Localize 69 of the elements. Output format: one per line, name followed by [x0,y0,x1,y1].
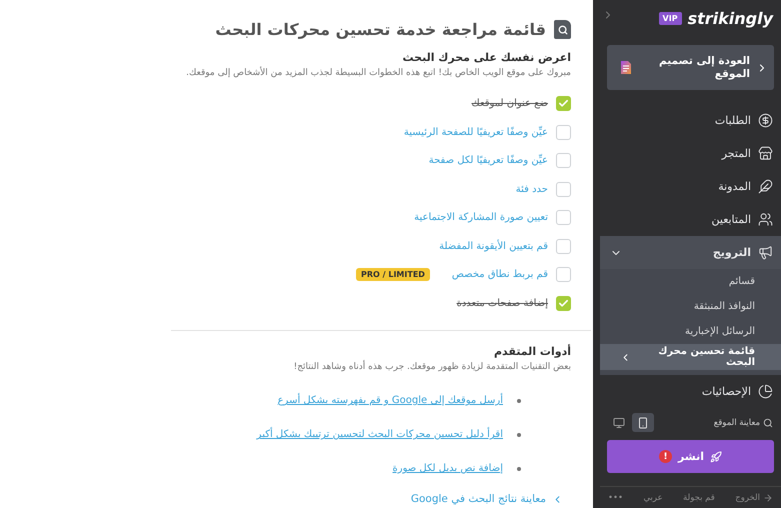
pro-badge: PRO / LIMITED [356,268,430,282]
brand-logo: strikingly [688,8,773,28]
checklist-item-label[interactable]: تعيين صورة المشاركة الاجتماعية [414,212,548,224]
nav-subitem[interactable]: قائمة تحسين محرك البحث [600,344,781,370]
check-icon [558,298,569,309]
checkbox[interactable] [556,96,571,112]
checkbox[interactable] [556,296,571,311]
megaphone-icon [758,245,773,260]
google-preview-link[interactable]: معاينة نتائج البحث في Google [171,493,563,506]
nav-subitem[interactable]: الرسائل الإخبارية [600,319,781,344]
checkbox[interactable] [556,238,571,254]
nav-item[interactable]: المتابعين [600,203,781,236]
nav-subitem[interactable]: النوافذ المنبثقة [600,294,781,319]
checklist-item-label[interactable]: ضع عنوان لموقعك [472,98,548,110]
document-icon [621,61,631,74]
preview-site-link[interactable]: معاينة الموقع [714,418,773,428]
checkbox[interactable] [556,267,571,282]
checklist-item-label[interactable]: عيِّن وصفًا تعريفيًا لكل صفحة [428,155,548,166]
smartphone-icon [637,416,649,428]
checklist-item-label[interactable]: قم بتعيين الأيقونة المفضلة [439,240,548,252]
advanced-link[interactable]: إضافة نص بديل لكل صورة [392,463,503,474]
device-toggle[interactable] [632,413,654,432]
section-heading: اعرض نفسك على محرك البحث [402,51,571,64]
google-preview-label: معاينة نتائج البحث في Google [410,493,546,506]
checkbox[interactable] [556,182,571,197]
nav-subitem[interactable]: قسائم [600,269,781,294]
footer-link[interactable]: عربي [643,492,663,502]
footer-link[interactable]: قم بجولة [683,492,715,502]
checkbox[interactable] [556,210,571,226]
nav-item[interactable]: الإحصائيات [600,375,781,408]
feather-icon [758,179,773,194]
dollar-icon [758,113,773,128]
monitor-icon [613,416,625,428]
section-description: مبروك على موقع الويب الخاص بك! اتبع هذه الخطوات البسيطة لجذب المزيد من الأشخاص إلى موقعك. [186,67,571,80]
advanced-link[interactable]: أرسل موقعك إلى Google و قم بفهرسته بشكل أسرع [278,395,503,406]
checklist-item-label[interactable]: إضافة صفحات متعددة [456,298,548,309]
footer-link-label: الخروج [735,492,760,502]
checkbox[interactable] [556,153,571,168]
rocket-icon [710,450,722,462]
seo-search-icon [554,20,571,39]
page-title: قائمة مراجعة خدمة تحسين محركات البحث [215,20,546,39]
nav-item[interactable]: الطلبات [600,104,781,137]
nav-item[interactable]: المتجر [600,137,781,170]
bullet-icon [517,432,521,437]
store-icon [758,146,773,161]
checkbox[interactable] [556,124,571,140]
back-to-design-button[interactable]: العودة إلى تصميم الموقع [607,45,774,90]
vip-badge: VIP [658,12,682,24]
nav-item[interactable]: الترويج [600,236,781,269]
check-icon [558,98,569,110]
advanced-link[interactable]: اقرأ دليل تحسين محركات البحث لتحسين ترتيبك بشكل أكبر [256,429,503,440]
users-icon [758,212,773,227]
footer-link[interactable]: ••• [608,492,624,502]
section-heading: أدوات المتقدم [492,344,571,358]
alert-badge: ! [659,450,672,463]
publish-button[interactable]: انشر ! [607,440,774,473]
logout-arrow-icon [763,492,773,502]
preview-site-label: معاينة الموقع [714,418,760,428]
bullet-icon [517,466,521,471]
checklist-item-label[interactable]: حدد فئة [516,184,548,195]
checklist-item-label[interactable]: قم بربط نطاق مخصص [452,269,548,280]
pie-chart-icon [758,384,773,399]
checklist-item-label[interactable]: عيِّن وصفًا تعريفيًا للصفحة الرئيسية [404,126,548,138]
bullet-icon [517,398,521,403]
section-description: بعض التقنيات المتقدمة لزيادة ظهور موقعك. جرب هذه أدناه وشاهد النتائج! [294,360,571,374]
footer-link[interactable]: الخروج [735,492,773,502]
nav-item[interactable]: المدونة [600,170,781,203]
search-icon [763,418,773,428]
scrollbar[interactable] [593,0,600,508]
